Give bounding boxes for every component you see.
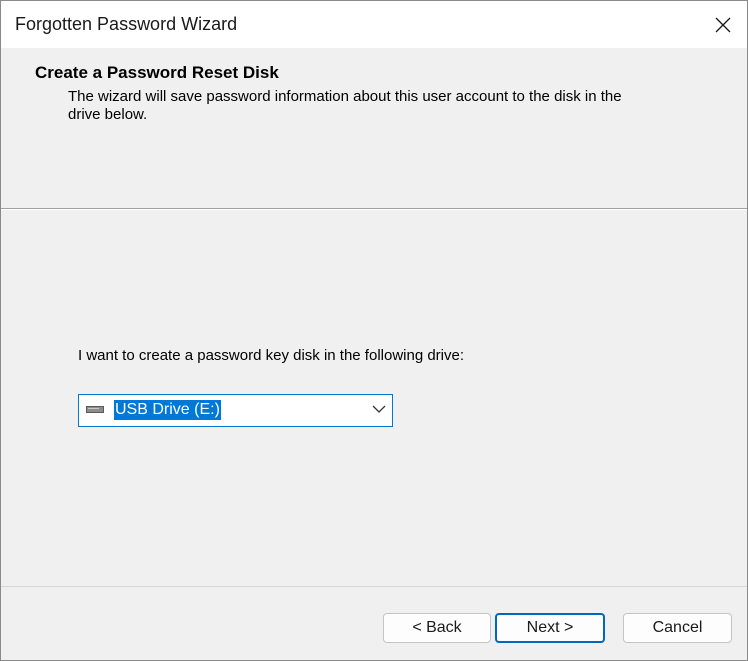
next-button[interactable]: Next > [495,613,605,643]
footer-divider [1,586,747,587]
close-icon [715,17,731,32]
page-title: Create a Password Reset Disk [35,63,279,82]
usb-drive-icon [86,406,104,413]
wizard-header: Create a Password Reset Disk The wizard … [1,48,747,208]
drive-select[interactable]: USB Drive (E:) [78,394,393,427]
close-button[interactable] [699,1,747,48]
back-button[interactable]: < Back [383,613,491,643]
drive-select-label: I want to create a password key disk in … [78,347,465,364]
wizard-body: I want to create a password key disk in … [1,210,747,586]
wizard-window: Forgotten Password Wizard Create a Passw… [0,0,748,661]
cancel-button[interactable]: Cancel [623,613,732,643]
drive-select-value: USB Drive (E:) [114,400,221,420]
page-description: The wizard will save password informatio… [68,88,622,123]
chevron-down-icon [372,405,386,413]
title-bar: Forgotten Password Wizard [1,1,747,48]
window-title: Forgotten Password Wizard [15,14,238,34]
